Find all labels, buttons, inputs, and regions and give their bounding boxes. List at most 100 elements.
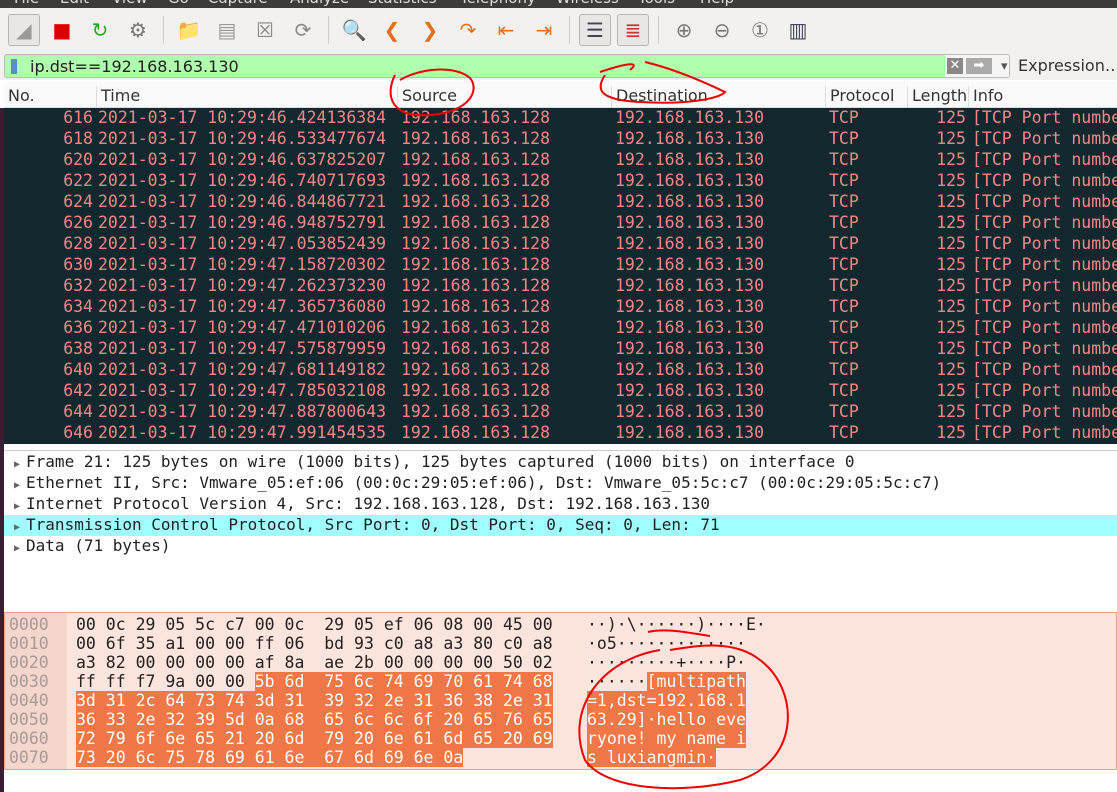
hex-byte[interactable]: 6c bbox=[354, 672, 384, 691]
apply-filter-icon[interactable]: ➡ bbox=[966, 58, 992, 74]
hex-byte[interactable]: 67 bbox=[324, 748, 355, 767]
column-header-length[interactable]: Length bbox=[907, 86, 967, 108]
hex-byte[interactable]: 06 bbox=[285, 634, 305, 653]
hex-byte[interactable]: 39 bbox=[195, 710, 225, 729]
restart-capture-button[interactable]: ↻ bbox=[84, 14, 116, 46]
hex-byte[interactable]: 6c bbox=[383, 710, 414, 729]
hex-byte[interactable]: 36 bbox=[76, 710, 106, 729]
expand-triangle-icon[interactable]: ▶ bbox=[14, 543, 20, 554]
go-to-packet-button[interactable]: ↷ bbox=[452, 14, 484, 46]
stop-capture-button[interactable]: ■ bbox=[46, 14, 78, 46]
hex-byte[interactable]: ff bbox=[76, 672, 96, 691]
hex-byte[interactable]: 39 bbox=[324, 691, 355, 710]
save-file-button[interactable]: ▤ bbox=[211, 14, 243, 46]
packet-row[interactable]: 628 2021-03-17 10:29:47.053852439 192.168.… bbox=[4, 234, 1117, 255]
hex-byte[interactable]: 78 bbox=[195, 748, 225, 767]
hex-byte[interactable]: 9a bbox=[165, 672, 185, 691]
hex-byte[interactable]: 0a bbox=[254, 710, 285, 729]
hex-byte[interactable]: 00 bbox=[76, 634, 96, 653]
hex-byte[interactable]: 00 bbox=[225, 634, 245, 653]
menu-go[interactable]: Go bbox=[168, 0, 189, 7]
reload-file-button[interactable]: ⟳ bbox=[287, 14, 319, 46]
hex-byte[interactable]: 2e bbox=[383, 691, 414, 710]
hex-byte[interactable]: 08 bbox=[443, 615, 463, 634]
expand-triangle-icon[interactable]: ▶ bbox=[14, 480, 20, 491]
hex-byte[interactable]: 32 bbox=[165, 710, 196, 729]
expand-triangle-icon[interactable]: ▶ bbox=[14, 501, 20, 512]
hex-byte[interactable]: 00 bbox=[225, 672, 245, 691]
hex-byte[interactable]: 00 bbox=[136, 653, 156, 672]
last-packet-button[interactable]: ⇥ bbox=[528, 14, 560, 46]
detail-tree-item[interactable]: ▶ Internet Protocol Version 4, Src: 192.1… bbox=[4, 494, 1117, 515]
ascii-text[interactable]: ··)·\······)····E· bbox=[587, 615, 766, 634]
column-header-source[interactable]: Source bbox=[397, 86, 457, 108]
hex-byte[interactable]: 6e bbox=[383, 729, 414, 748]
hex-byte[interactable]: 64 bbox=[165, 691, 196, 710]
hex-byte[interactable]: 2c bbox=[135, 691, 166, 710]
hex-byte[interactable]: 93 bbox=[354, 634, 374, 653]
hex-byte[interactable]: 3d bbox=[76, 691, 106, 710]
capture-options-gear-button[interactable]: ⚙ bbox=[122, 14, 154, 46]
hex-byte[interactable]: 00 bbox=[533, 615, 553, 634]
packet-row[interactable]: 618 2021-03-17 10:29:46.533477674 192.168.… bbox=[4, 129, 1117, 150]
hex-byte[interactable]: 79 bbox=[324, 729, 355, 748]
ascii-text[interactable]: ·········+····P· bbox=[587, 653, 746, 672]
hex-byte[interactable]: a3 bbox=[443, 634, 463, 653]
hex-byte[interactable]: 75 bbox=[165, 748, 196, 767]
hex-byte[interactable]: 00 bbox=[76, 615, 96, 634]
ascii-text[interactable]: ·o5············· bbox=[587, 634, 746, 653]
hex-byte[interactable]: 73 bbox=[76, 748, 106, 767]
menu-file[interactable]: File bbox=[14, 0, 39, 7]
hex-byte[interactable]: 36 bbox=[443, 691, 474, 710]
ascii-text[interactable]: =1,dst=192.168.1 bbox=[587, 691, 746, 710]
packet-row[interactable]: 626 2021-03-17 10:29:46.948752791 192.168.… bbox=[4, 213, 1117, 234]
hex-byte[interactable]: 31 bbox=[284, 691, 325, 710]
hex-byte[interactable]: ff bbox=[255, 634, 275, 653]
packet-row[interactable]: 646 2021-03-17 10:29:47.991454535 192.168.… bbox=[4, 423, 1117, 444]
hex-byte[interactable]: 70 bbox=[443, 672, 474, 691]
hex-byte[interactable]: ae bbox=[324, 653, 344, 672]
detail-tree-item[interactable]: ▶ Frame 21: 125 bytes on wire (1000 bits)… bbox=[4, 452, 1117, 473]
hex-byte[interactable]: 6e bbox=[413, 748, 444, 767]
hex-byte[interactable]: 68 bbox=[532, 672, 553, 691]
hex-byte[interactable]: 74 bbox=[224, 691, 255, 710]
hex-byte[interactable]: 33 bbox=[105, 710, 136, 729]
ascii-text[interactable]: ······[multipath bbox=[587, 672, 746, 691]
hex-byte[interactable]: 6d bbox=[284, 672, 325, 691]
hex-byte[interactable]: 02 bbox=[533, 653, 553, 672]
hex-byte[interactable]: 35 bbox=[136, 634, 156, 653]
hex-byte[interactable]: 82 bbox=[106, 653, 126, 672]
shark-fin-button[interactable]: ◢ bbox=[8, 14, 40, 46]
find-packet-button[interactable]: 🔍 bbox=[338, 14, 370, 46]
hex-byte[interactable]: ef bbox=[384, 615, 404, 634]
hex-byte[interactable]: 31 bbox=[105, 691, 136, 710]
packet-row[interactable]: 620 2021-03-17 10:29:46.637825207 192.168.… bbox=[4, 150, 1117, 171]
display-filter-input[interactable]: ip.dst==192.168.163.130 ✕ ➡ ▾ bbox=[4, 54, 1010, 78]
hex-byte[interactable]: f7 bbox=[136, 672, 156, 691]
go-forward-button[interactable]: ❯ bbox=[414, 14, 446, 46]
hex-byte[interactable]: 29 bbox=[324, 615, 344, 634]
hex-byte[interactable]: 2e bbox=[135, 710, 166, 729]
ascii-text[interactable]: 63.29]·hello eve bbox=[587, 710, 746, 729]
hex-byte[interactable]: 6e bbox=[284, 748, 325, 767]
hex-byte[interactable]: 3d bbox=[254, 691, 285, 710]
hex-byte[interactable]: 2b bbox=[354, 653, 374, 672]
hex-byte[interactable]: 6f bbox=[135, 729, 166, 748]
hex-byte[interactable]: 00 bbox=[225, 653, 245, 672]
hex-byte[interactable]: 69 bbox=[532, 729, 553, 748]
ascii-text[interactable]: ryone! my name i bbox=[587, 729, 746, 748]
hex-byte[interactable]: 00 bbox=[384, 653, 404, 672]
expand-triangle-icon[interactable]: ▶ bbox=[14, 522, 20, 533]
open-file-button[interactable]: 📁 bbox=[173, 14, 205, 46]
hex-byte[interactable]: 05 bbox=[165, 615, 185, 634]
hex-byte[interactable]: 00 bbox=[195, 672, 215, 691]
packet-row[interactable]: 634 2021-03-17 10:29:47.365736080 192.168.… bbox=[4, 297, 1117, 318]
hex-byte[interactable]: 65 bbox=[473, 729, 503, 748]
packet-bytes-pane[interactable]: 0000 00 0c 29 05 5c c7 00 0c 29 05 ef 06 08 00 45 00 ··)·… bbox=[4, 612, 1117, 770]
hex-byte[interactable]: a8 bbox=[533, 634, 553, 653]
packet-list[interactable]: 616 2021-03-17 10:29:46.424136384 192.168.… bbox=[4, 108, 1117, 444]
hex-byte[interactable]: c0 bbox=[503, 634, 523, 653]
hex-byte[interactable]: 76 bbox=[502, 710, 533, 729]
packet-row[interactable]: 622 2021-03-17 10:29:46.740717693 192.168.… bbox=[4, 171, 1117, 192]
hex-byte[interactable]: af bbox=[255, 653, 275, 672]
